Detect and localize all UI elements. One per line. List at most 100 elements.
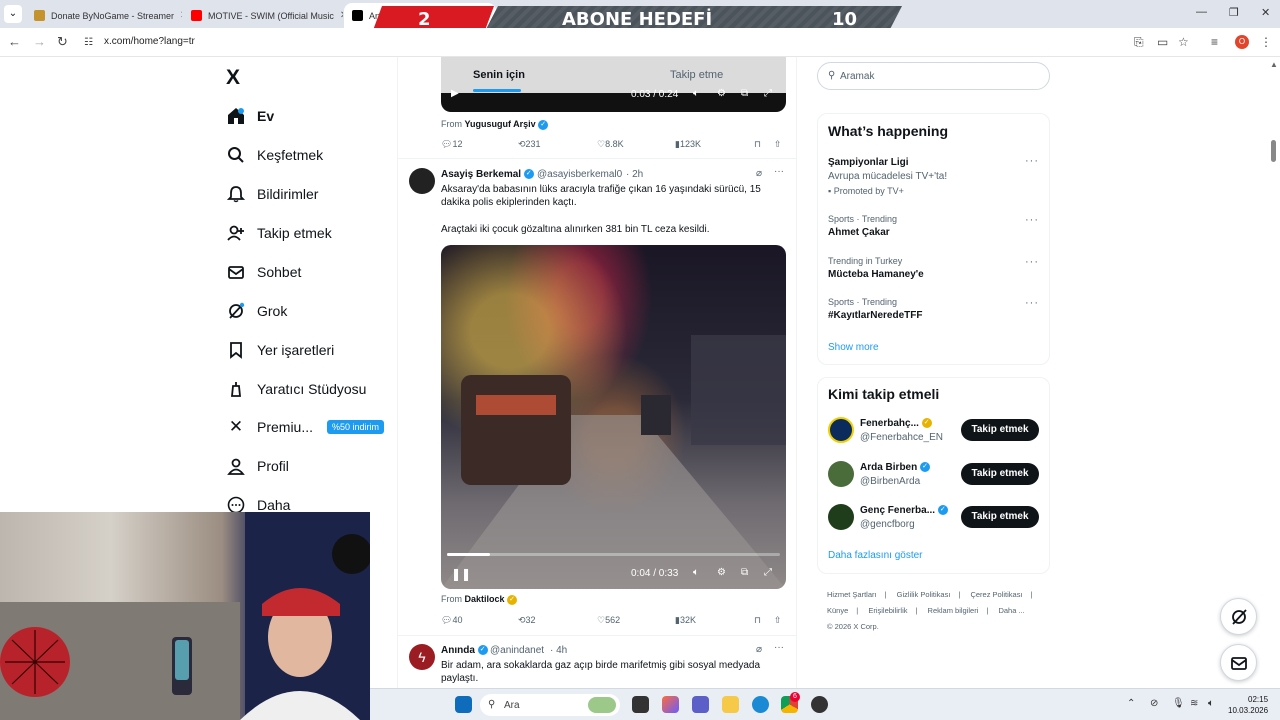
tab-for-you[interactable]: Senin için <box>473 69 525 81</box>
footer-link-cookies[interactable]: Çerez Politikası <box>970 590 1022 599</box>
like-button[interactable]: ♡ 562 <box>597 615 620 626</box>
views-button[interactable]: ▮ 32K <box>675 615 696 626</box>
footer-link-privacy[interactable]: Gizlilik Politikası <box>897 590 951 599</box>
close-icon[interactable]: ✕ <box>174 10 182 21</box>
video-progress-track[interactable] <box>447 553 780 556</box>
taskbar-search[interactable]: ⚲ Ara <box>480 694 620 716</box>
volume-icon[interactable]: 🔈︎ <box>1208 698 1214 709</box>
more-options-icon[interactable]: ··· <box>1025 297 1039 309</box>
microphone-icon[interactable]: 🎙︎ <box>1172 698 1185 709</box>
follow-button[interactable]: Takip etmek <box>961 419 1039 441</box>
sidebar-item-grok[interactable]: Grok <box>227 300 287 322</box>
follow-button[interactable]: Takip etmek <box>961 506 1039 528</box>
url-field[interactable]: x.com/home?lang=tr <box>104 36 195 47</box>
repost-button[interactable]: ⟲ 32 <box>518 615 536 626</box>
footer-link-ads[interactable]: Reklam bilgileri <box>928 606 979 615</box>
grok-icon[interactable]: ⌀ <box>756 644 762 655</box>
follow-suggestion[interactable]: Arda Birben ✓ @BirbenArda Takip etmek <box>818 460 1049 494</box>
app-icon[interactable] <box>811 696 828 713</box>
x-logo[interactable]: X <box>226 66 240 90</box>
follow-suggestion[interactable]: Fenerbahç... ✓ @Fenerbahce_EN Takip etme… <box>818 416 1049 450</box>
more-options-icon[interactable]: ··· <box>1025 214 1039 226</box>
close-icon[interactable]: ✕ <box>334 10 343 21</box>
fullscreen-icon[interactable]: ⤢ <box>764 567 772 578</box>
reply-button[interactable]: 💬︎ 40 <box>441 615 462 626</box>
sidebar-item-premium[interactable]: ✕ Premiu... %50 indirim <box>227 416 385 438</box>
trend-item[interactable]: Trending in Turkey Mücteba Hamaney'e ··· <box>818 254 1049 284</box>
sidebar-item-studio[interactable]: Yaratıcı Stüdyosu <box>227 378 366 400</box>
source-name[interactable]: Yugusuguf Arşiv <box>465 119 536 129</box>
footer-link-terms[interactable]: Hizmet Şartları <box>827 590 877 599</box>
author-handle[interactable]: @anindanet <box>490 645 544 656</box>
trend-item[interactable]: Sports · Trending #KayıtlarNeredeTFF ··· <box>818 295 1049 325</box>
tab-following[interactable]: Takip etme <box>670 69 723 81</box>
sidebar-item-chat[interactable]: Sohbet <box>227 261 301 283</box>
sidebar-item-profile[interactable]: Profil <box>227 455 289 477</box>
avatar[interactable]: ϟ <box>409 644 435 670</box>
post-time[interactable]: · 2h <box>626 169 643 180</box>
media-icon[interactable]: ≡ <box>1211 35 1218 49</box>
wifi-icon[interactable]: ≋ <box>1190 698 1198 709</box>
translate-icon[interactable]: ⎘ <box>1134 35 1144 50</box>
volume-icon[interactable]: 🔈︎ <box>693 567 699 578</box>
file-explorer-icon[interactable] <box>722 696 739 713</box>
browser-tab-donate[interactable]: Donate ByNoGame - Streamer ✕ <box>26 3 182 28</box>
video-player[interactable]: ❚❚ 0:04 / 0:33 🔈︎ ⚙ ⧉ ⤢ <box>441 245 786 589</box>
sidebar-item-notifications[interactable]: Bildirimler <box>227 183 318 205</box>
bookmark-icon[interactable]: ⊓ <box>754 139 761 150</box>
bookmark-star-icon[interactable]: ☆ <box>1178 35 1189 49</box>
source-name[interactable]: Daktilock <box>465 594 505 604</box>
messages-fab[interactable] <box>1220 644 1257 681</box>
sidebar-item-explore[interactable]: Keşfetmek <box>227 144 323 166</box>
reply-button[interactable]: 💬︎ 12 <box>441 139 462 150</box>
author-handle[interactable]: @asayisberkemal0 <box>537 169 622 180</box>
share-icon[interactable]: ⇧ <box>774 139 782 150</box>
trend-item[interactable]: Sports · Trending Ahmet Çakar ··· <box>818 212 1049 242</box>
task-view-icon[interactable] <box>632 696 649 713</box>
system-clock[interactable]: 02:15 10.03.2026 <box>1228 694 1268 716</box>
teams-icon[interactable] <box>692 696 709 713</box>
more-options-icon[interactable]: ··· <box>1025 256 1039 268</box>
page-scrollbar[interactable] <box>1271 140 1276 162</box>
site-info-icon[interactable]: ☷ <box>84 37 93 48</box>
more-options-icon[interactable]: ··· <box>774 166 784 177</box>
maximize-icon[interactable]: ❐ <box>1229 6 1239 19</box>
trend-item[interactable]: Şampiyonlar Ligi Avrupa mücadelesi TV+'t… <box>818 152 1049 200</box>
like-button[interactable]: ♡ 8.8K <box>597 139 624 150</box>
share-icon[interactable]: ⇧ <box>774 615 782 626</box>
show-more-link[interactable]: Daha fazlasını göster <box>828 550 923 561</box>
author-name[interactable]: Asayiş Berkemal ✓ <box>441 169 534 180</box>
post-time[interactable]: · 4h <box>550 645 567 656</box>
footer-link-accessibility[interactable]: Erişilebilirlik <box>868 606 907 615</box>
tray-chevron-icon[interactable]: ⌃ <box>1127 698 1135 709</box>
sidebar-item-bookmarks[interactable]: Yer işaretleri <box>227 339 334 361</box>
footer-link-more[interactable]: Daha ... <box>998 606 1024 615</box>
profile-avatar[interactable]: O <box>1235 35 1249 49</box>
forward-icon[interactable]: → <box>33 34 46 49</box>
sidebar-item-follow[interactable]: Takip etmek <box>227 222 332 244</box>
grok-icon[interactable]: ⌀ <box>756 168 762 179</box>
search-input[interactable]: ⚲ Aramak <box>817 62 1050 90</box>
windows-start-icon[interactable] <box>455 696 472 713</box>
author-name[interactable]: Anında ✓ <box>441 645 488 656</box>
reload-icon[interactable]: ↻ <box>57 34 68 50</box>
repost-button[interactable]: ⟲ 231 <box>518 139 541 150</box>
views-button[interactable]: ▮ 123K <box>675 139 701 150</box>
tab-search-chevron-icon[interactable]: ⌄ <box>4 5 22 23</box>
more-options-icon[interactable]: ··· <box>1025 155 1039 167</box>
edge-icon[interactable] <box>752 696 769 713</box>
grok-fab[interactable] <box>1220 598 1257 635</box>
settings-icon[interactable]: ⚙ <box>717 567 726 578</box>
pip-icon[interactable]: ⧉ <box>741 567 748 578</box>
more-options-icon[interactable]: ··· <box>774 642 784 653</box>
footer-link-imprint[interactable]: Künye <box>827 606 848 615</box>
network-icon[interactable]: ⊘ <box>1150 698 1158 709</box>
minimize-icon[interactable]: — <box>1196 6 1207 18</box>
back-icon[interactable]: ← <box>8 34 21 49</box>
install-icon[interactable]: ▭ <box>1157 35 1168 49</box>
menu-icon[interactable]: ⋮ <box>1260 35 1272 49</box>
sidebar-item-home[interactable]: Ev <box>227 105 274 127</box>
bookmark-icon[interactable]: ⊓ <box>754 615 761 626</box>
window-close-icon[interactable]: ✕ <box>1261 6 1270 19</box>
copilot-icon[interactable] <box>662 696 679 713</box>
